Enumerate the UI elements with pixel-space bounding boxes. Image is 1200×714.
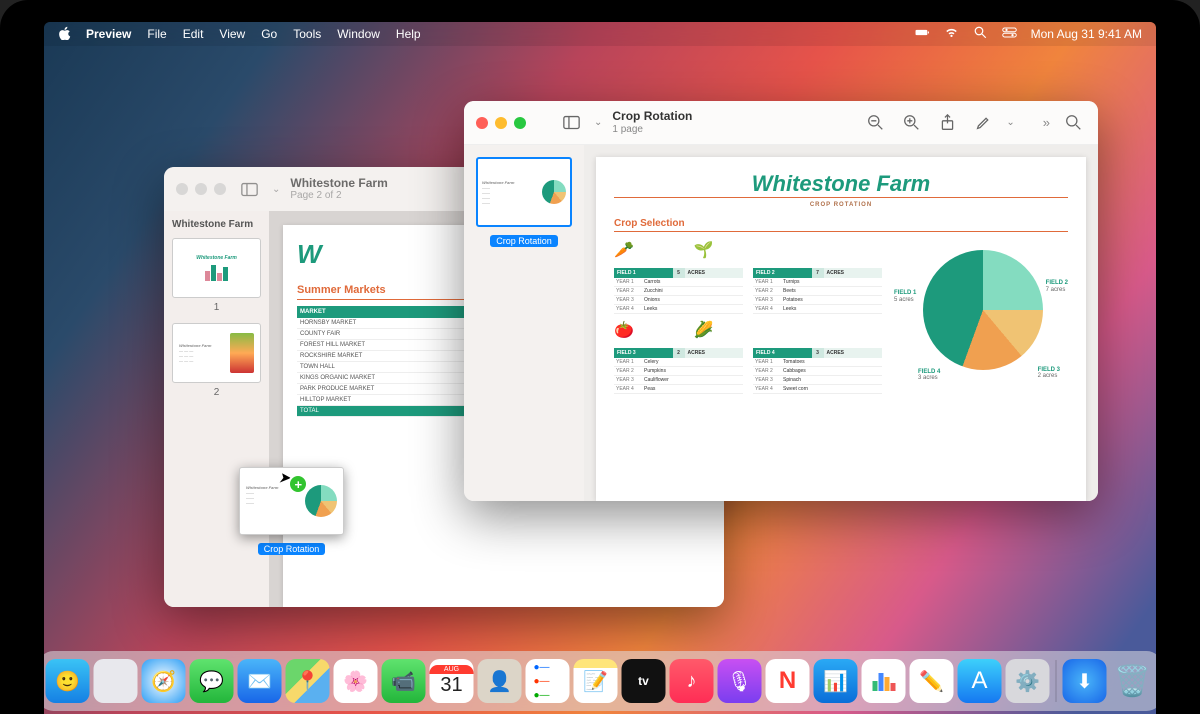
page-thumbnail-1[interactable]: Whitestone Farm <box>172 238 261 298</box>
menu-window[interactable]: Window <box>337 27 380 41</box>
dock-trash-icon[interactable]: 🗑️ <box>1111 659 1155 703</box>
section-heading: Crop Selection <box>614 218 1068 232</box>
zoom-in-icon[interactable] <box>898 110 924 136</box>
dock-reminders-icon[interactable]: ●—●—●— <box>526 659 570 703</box>
preview-window-crop-rotation: ⌄ Crop Rotation 1 page ⌄ » <box>464 101 1098 501</box>
markup-icon[interactable] <box>970 110 996 136</box>
field-table: FIELD 32ACRESYEAR 1CeleryYEAR 2PumpkinsY… <box>614 348 743 394</box>
sidebar-toggle-icon[interactable] <box>236 176 262 202</box>
page-thumbnail-2[interactable]: Whitestone Farm— — —— — —— — — <box>172 323 261 383</box>
market-cell: COUNTY FAIR <box>297 329 473 340</box>
thumb-number: 2 <box>172 387 261 398</box>
spotlight-icon[interactable] <box>973 25 988 43</box>
cursor-icon: ➤ <box>279 470 290 486</box>
dock: 🙂 🧭 💬 ✉️ 📍 🌸 📹 AUG31 👤 ●—●—●— 📝 tv ♪ 🎙 N… <box>44 651 1156 711</box>
drag-label: Crop Rotation <box>258 543 326 555</box>
dock-facetime-icon[interactable]: 📹 <box>382 659 426 703</box>
doc-title: Whitestone Farm <box>614 171 1068 198</box>
thumb-number: 1 <box>172 302 261 313</box>
battery-icon[interactable] <box>915 25 930 43</box>
dock-separator <box>1056 660 1057 702</box>
dock-notes-icon[interactable]: 📝 <box>574 659 618 703</box>
field-table: FIELD 43ACRESYEAR 1TomatoesYEAR 2Cabbage… <box>753 348 882 394</box>
window-controls[interactable] <box>176 183 226 195</box>
market-cell: HILLTOP MARKET <box>297 395 473 406</box>
apple-menu-icon[interactable] <box>58 26 72 43</box>
dock-numbers-icon[interactable] <box>862 659 906 703</box>
dock-appstore-icon[interactable]: A <box>958 659 1002 703</box>
search-icon[interactable] <box>1060 110 1086 136</box>
window-title: Crop Rotation 1 page <box>612 109 692 135</box>
dock-tv-icon[interactable]: tv <box>622 659 666 703</box>
thumbnail-sidebar: Whitestone Farm———————— Crop Rotation <box>464 145 584 501</box>
field-table: FIELD 15ACRESYEAR 1CarrotsYEAR 2Zucchini… <box>614 268 743 314</box>
market-cell: PARK PRODUCE MARKET <box>297 384 473 395</box>
dock-podcasts-icon[interactable]: 🎙 <box>718 659 762 703</box>
dock-pages-icon[interactable]: ✏️ <box>910 659 954 703</box>
market-cell: KINGS ORGANIC MARKET <box>297 373 473 384</box>
overflow-icon[interactable]: » <box>1043 115 1050 130</box>
menu-view[interactable]: View <box>219 27 245 41</box>
field-table: FIELD 27ACRESYEAR 1TurnipsYEAR 2BeetsYEA… <box>753 268 882 314</box>
menu-file[interactable]: File <box>147 27 166 41</box>
doc-subtitle: CROP ROTATION <box>614 202 1068 208</box>
menu-tools[interactable]: Tools <box>293 27 321 41</box>
market-cell: TOWN HALL <box>297 362 473 373</box>
menu-go[interactable]: Go <box>261 27 277 41</box>
dock-news-icon[interactable]: N <box>766 659 810 703</box>
sidebar-title: Whitestone Farm <box>172 219 261 230</box>
dragged-thumbnail[interactable]: ➤ Whitestone Farm—————— Crop Rotation <box>239 467 344 557</box>
window-title: Whitestone Farm Page 2 of 2 <box>290 176 387 202</box>
dock-music-icon[interactable]: ♪ <box>670 659 714 703</box>
clock[interactable]: Mon Aug 31 9:41 AM <box>1031 27 1142 41</box>
dock-keynote-icon[interactable]: 📊 <box>814 659 858 703</box>
dock-launchpad-icon[interactable] <box>94 659 138 703</box>
dock-safari-icon[interactable]: 🧭 <box>142 659 186 703</box>
app-name[interactable]: Preview <box>86 27 131 41</box>
market-cell: HORNSBY MARKET <box>297 318 473 329</box>
menu-edit[interactable]: Edit <box>183 27 204 41</box>
dock-finder-icon[interactable]: 🙂 <box>46 659 90 703</box>
page-thumbnail-1[interactable]: Whitestone Farm———————— <box>476 157 572 227</box>
acreage-pie-chart: FIELD 15 acres FIELD 27 acres FIELD 32 a… <box>898 240 1068 390</box>
dock-messages-icon[interactable]: 💬 <box>190 659 234 703</box>
dock-calendar-icon[interactable]: AUG31 <box>430 659 474 703</box>
dock-photos-icon[interactable]: 🌸 <box>334 659 378 703</box>
menubar: Preview File Edit View Go Tools Window H… <box>44 22 1156 46</box>
dock-downloads-icon[interactable]: ⬇ <box>1063 659 1107 703</box>
wifi-icon[interactable] <box>944 25 959 43</box>
thumb-label: Crop Rotation <box>490 235 558 247</box>
page-viewport[interactable]: Whitestone Farm CROP ROTATION Crop Selec… <box>584 145 1098 501</box>
zoom-out-icon[interactable] <box>862 110 888 136</box>
window-controls[interactable] <box>476 117 526 129</box>
dock-contacts-icon[interactable]: 👤 <box>478 659 522 703</box>
dock-maps-icon[interactable]: 📍 <box>286 659 330 703</box>
market-cell: FOREST HILL MARKET <box>297 340 473 351</box>
sidebar-toggle-icon[interactable] <box>558 110 584 136</box>
dock-preferences-icon[interactable]: ⚙️ <box>1006 659 1050 703</box>
control-center-icon[interactable] <box>1002 25 1017 43</box>
menu-help[interactable]: Help <box>396 27 421 41</box>
market-cell: ROCKSHIRE MARKET <box>297 351 473 362</box>
share-icon[interactable] <box>934 110 960 136</box>
dock-mail-icon[interactable]: ✉️ <box>238 659 282 703</box>
